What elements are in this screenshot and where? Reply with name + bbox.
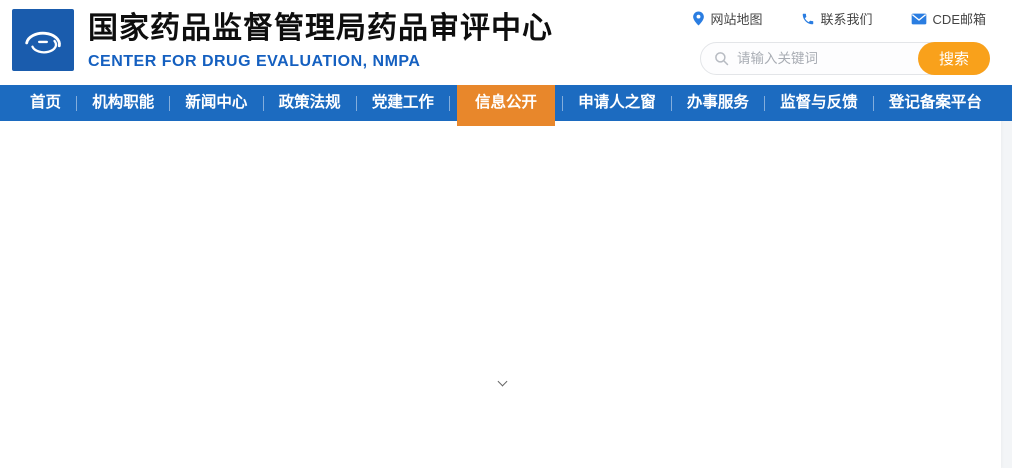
sitemap-label: 网站地图 [710,12,763,27]
nav-item-applicant-window[interactable]: 申请人之窗 [570,85,664,121]
search-input[interactable] [737,51,918,66]
contact-label: 联系我们 [820,12,873,27]
nav-separator [670,95,672,111]
phone-icon [802,13,813,24]
site-title-en: CENTER FOR DRUG EVALUATION, NMPA [88,53,421,70]
nav-separator [764,95,766,111]
nav-separator [76,95,78,111]
mailbox-label: CDE邮箱 [932,12,986,27]
nav-item-functions[interactable]: 机构职能 [84,85,162,121]
nav-separator [872,95,874,111]
nav-separator [355,95,357,111]
map-pin-icon [692,11,704,26]
contact-link[interactable]: 联系我们 [801,9,873,28]
nav-separator [262,95,264,111]
mailbox-link[interactable]: CDE邮箱 [911,9,986,28]
search-button[interactable]: 搜索 [918,42,990,75]
nav-item-supervision-feedback[interactable]: 监督与反馈 [772,85,866,121]
nav-item-news[interactable]: 新闻中心 [177,85,255,121]
nav-separator [448,95,450,111]
site-title-cn: 国家药品监督管理局药品审评中心 [88,12,553,45]
nav-item-policies[interactable]: 政策法规 [271,85,349,121]
nav-item-services[interactable]: 办事服务 [679,85,757,121]
cde-logo[interactable] [12,9,74,71]
site-search-bar: 搜索 [700,42,990,75]
nav-separator [562,95,564,111]
sitemap-link[interactable]: 网站地图 [692,9,763,28]
header-quick-links: 网站地图 联系我们 CDE邮箱 [692,9,986,28]
nav-item-registration-platform[interactable]: 登记备案平台 [881,85,990,121]
main-nav: 首页 机构职能 新闻中心 政策法规 党建工作 信息公开 申请人之窗 办事服务 监… [0,85,1012,126]
cde-website: 国家药品监督管理局药品审评中心 CENTER FOR DRUG EVALUATI… [0,0,1012,468]
nav-item-info-disclosure[interactable]: 信息公开 [457,85,556,126]
nav-item-party-building[interactable]: 党建工作 [364,85,442,121]
nav-item-home[interactable]: 首页 [22,85,69,121]
search-icon [714,51,729,66]
nav-separator [169,95,171,111]
swirl-logo-icon [25,31,61,54]
site-titles: 国家药品监督管理局药品审评中心 CENTER FOR DRUG EVALUATI… [88,10,553,71]
site-header: 国家药品监督管理局药品审评中心 CENTER FOR DRUG EVALUATI… [0,0,1012,85]
mail-icon [911,13,926,24]
